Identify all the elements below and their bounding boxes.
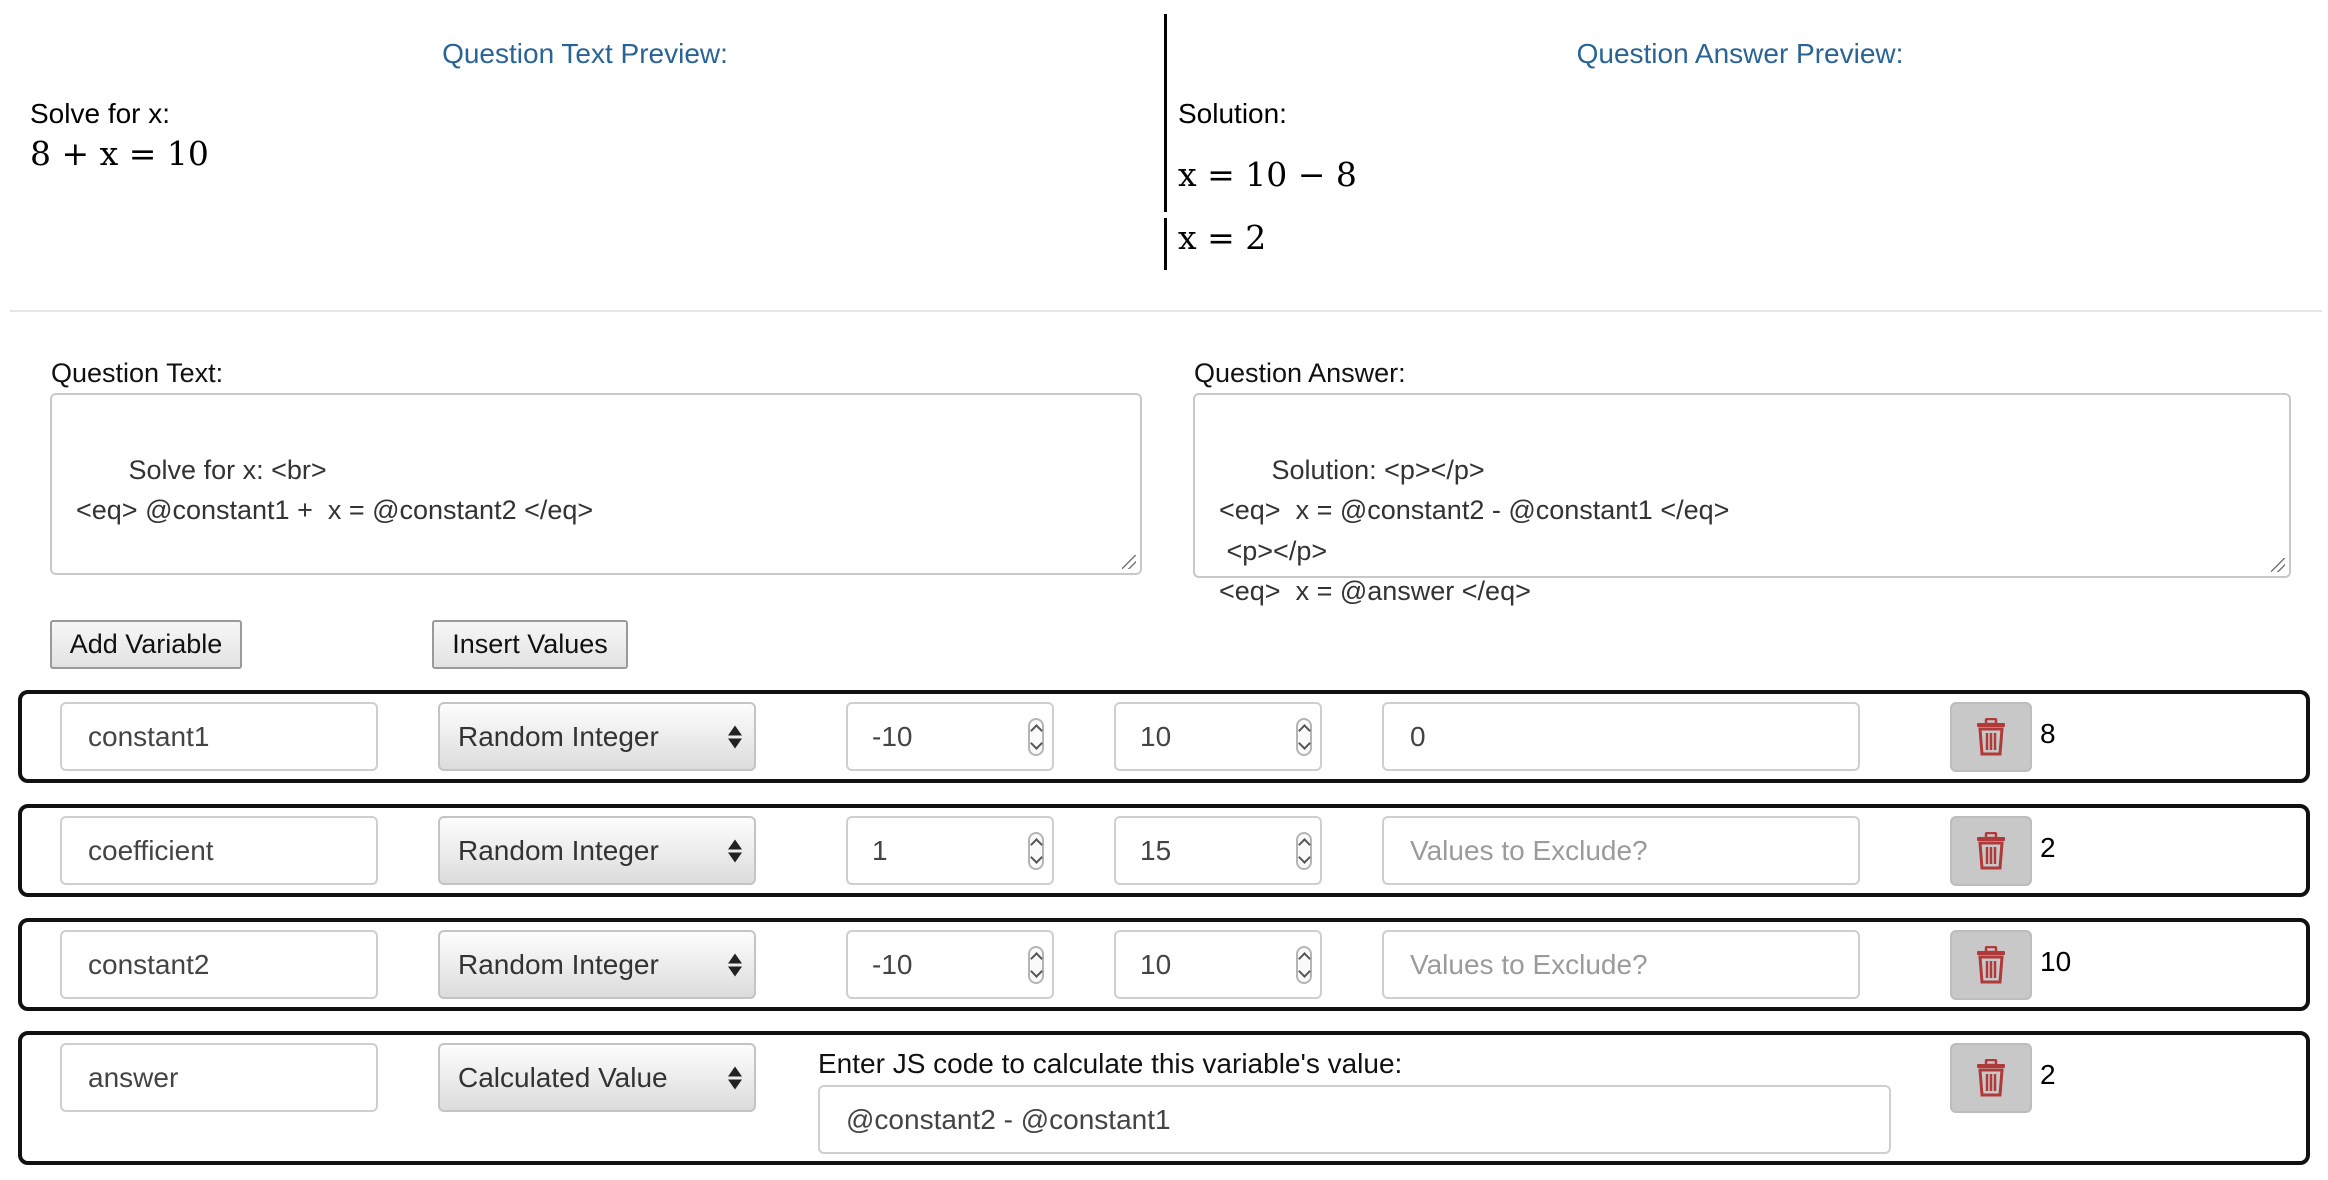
max-value-input[interactable]: 10 bbox=[1114, 702, 1322, 771]
question-text-textarea[interactable]: Solve for x: <br> <eq> @constant1 + x = … bbox=[50, 393, 1142, 575]
max-value-input[interactable]: 10 bbox=[1114, 930, 1322, 999]
delete-variable-button[interactable] bbox=[1950, 816, 2032, 886]
js-code-input[interactable]: @constant2 - @constant1 bbox=[818, 1085, 1891, 1154]
insert-values-button[interactable]: Insert Values bbox=[432, 620, 628, 669]
variable-type-value: Random Integer bbox=[458, 948, 659, 980]
variable-type-value: Random Integer bbox=[458, 720, 659, 752]
variable-type-select[interactable]: Random Integer bbox=[438, 702, 756, 771]
select-arrows-icon bbox=[728, 953, 742, 976]
resize-grip-icon[interactable] bbox=[1122, 555, 1136, 569]
add-variable-button[interactable]: Add Variable bbox=[50, 620, 242, 669]
variable-name-input[interactable]: constant2 bbox=[60, 930, 378, 999]
preview-divider-top bbox=[1164, 14, 1167, 212]
variable-result: 10 bbox=[2040, 946, 2072, 977]
section-divider bbox=[10, 310, 2322, 312]
question-answer-textarea[interactable]: Solution: <p></p> <eq> x = @constant2 - … bbox=[1193, 393, 2291, 606]
max-value-input[interactable]: 15 bbox=[1114, 816, 1322, 885]
variable-name-input[interactable]: coefficient bbox=[60, 816, 378, 885]
question-preview-line: Solve for x: bbox=[30, 98, 171, 129]
trash-icon bbox=[1977, 1059, 2005, 1097]
min-value-input[interactable]: -10 bbox=[846, 702, 1054, 771]
variable-result: 2 bbox=[2040, 1059, 2056, 1090]
max-value: 10 bbox=[1140, 948, 1172, 980]
min-value: -10 bbox=[872, 948, 913, 980]
min-value-input[interactable]: 1 bbox=[846, 816, 1054, 885]
variable-type-select[interactable]: Calculated Value bbox=[438, 1043, 756, 1112]
js-code-label: Enter JS code to calculate this variable… bbox=[818, 1048, 1403, 1079]
variable-result: 8 bbox=[2040, 718, 2056, 749]
question-answer-content: Solution: <p></p> <eq> x = @constant2 - … bbox=[1219, 454, 1730, 607]
preview-divider-bottom bbox=[1164, 218, 1167, 270]
exclude-values-input[interactable]: Values to Exclude? bbox=[1382, 816, 1860, 885]
select-arrows-icon bbox=[728, 839, 742, 862]
min-value-input[interactable]: -10 bbox=[846, 930, 1054, 999]
delete-variable-button[interactable] bbox=[1950, 1043, 2032, 1113]
resize-grip-icon[interactable] bbox=[2271, 558, 2285, 572]
stepper-icon[interactable] bbox=[1296, 831, 1312, 870]
min-value: -10 bbox=[872, 720, 913, 752]
question-text-label: Question Text: bbox=[51, 358, 224, 388]
select-arrows-icon bbox=[728, 725, 742, 748]
answer-preview-equation-2: x = 2 bbox=[1178, 218, 1267, 257]
answer-preview-line: Solution: bbox=[1178, 98, 1287, 129]
variable-type-select[interactable]: Random Integer bbox=[438, 816, 756, 885]
delete-variable-button[interactable] bbox=[1950, 930, 2032, 1000]
question-text-content: Solve for x: <br> <eq> @constant1 + x = … bbox=[76, 454, 594, 526]
exclude-values-input[interactable]: 0 bbox=[1382, 702, 1860, 771]
trash-icon bbox=[1977, 832, 2005, 870]
variable-type-select[interactable]: Random Integer bbox=[438, 930, 756, 999]
max-value: 15 bbox=[1140, 834, 1172, 866]
variable-type-value: Calculated Value bbox=[458, 1061, 668, 1093]
variable-name-input[interactable]: answer bbox=[60, 1043, 378, 1112]
trash-icon bbox=[1977, 946, 2005, 984]
question-text-preview-heading: Question Text Preview: bbox=[442, 38, 728, 69]
stepper-icon[interactable] bbox=[1296, 945, 1312, 984]
trash-icon bbox=[1977, 718, 2005, 756]
question-preview-equation: 8 + x = 10 bbox=[30, 134, 209, 173]
question-answer-preview-heading: Question Answer Preview: bbox=[1576, 38, 1904, 69]
stepper-icon[interactable] bbox=[1028, 945, 1044, 984]
min-value: 1 bbox=[872, 834, 888, 866]
question-answer-label: Question Answer: bbox=[1194, 358, 1406, 388]
max-value: 10 bbox=[1140, 720, 1172, 752]
stepper-icon[interactable] bbox=[1028, 831, 1044, 870]
answer-preview-equation-1: x = 10 − 8 bbox=[1178, 155, 1357, 194]
select-arrows-icon bbox=[728, 1066, 742, 1089]
stepper-icon[interactable] bbox=[1028, 717, 1044, 756]
delete-variable-button[interactable] bbox=[1950, 702, 2032, 772]
variable-type-value: Random Integer bbox=[458, 834, 659, 866]
exclude-values-input[interactable]: Values to Exclude? bbox=[1382, 930, 1860, 999]
variable-name-input[interactable]: constant1 bbox=[60, 702, 378, 771]
stepper-icon[interactable] bbox=[1296, 717, 1312, 756]
variable-result: 2 bbox=[2040, 832, 2056, 863]
